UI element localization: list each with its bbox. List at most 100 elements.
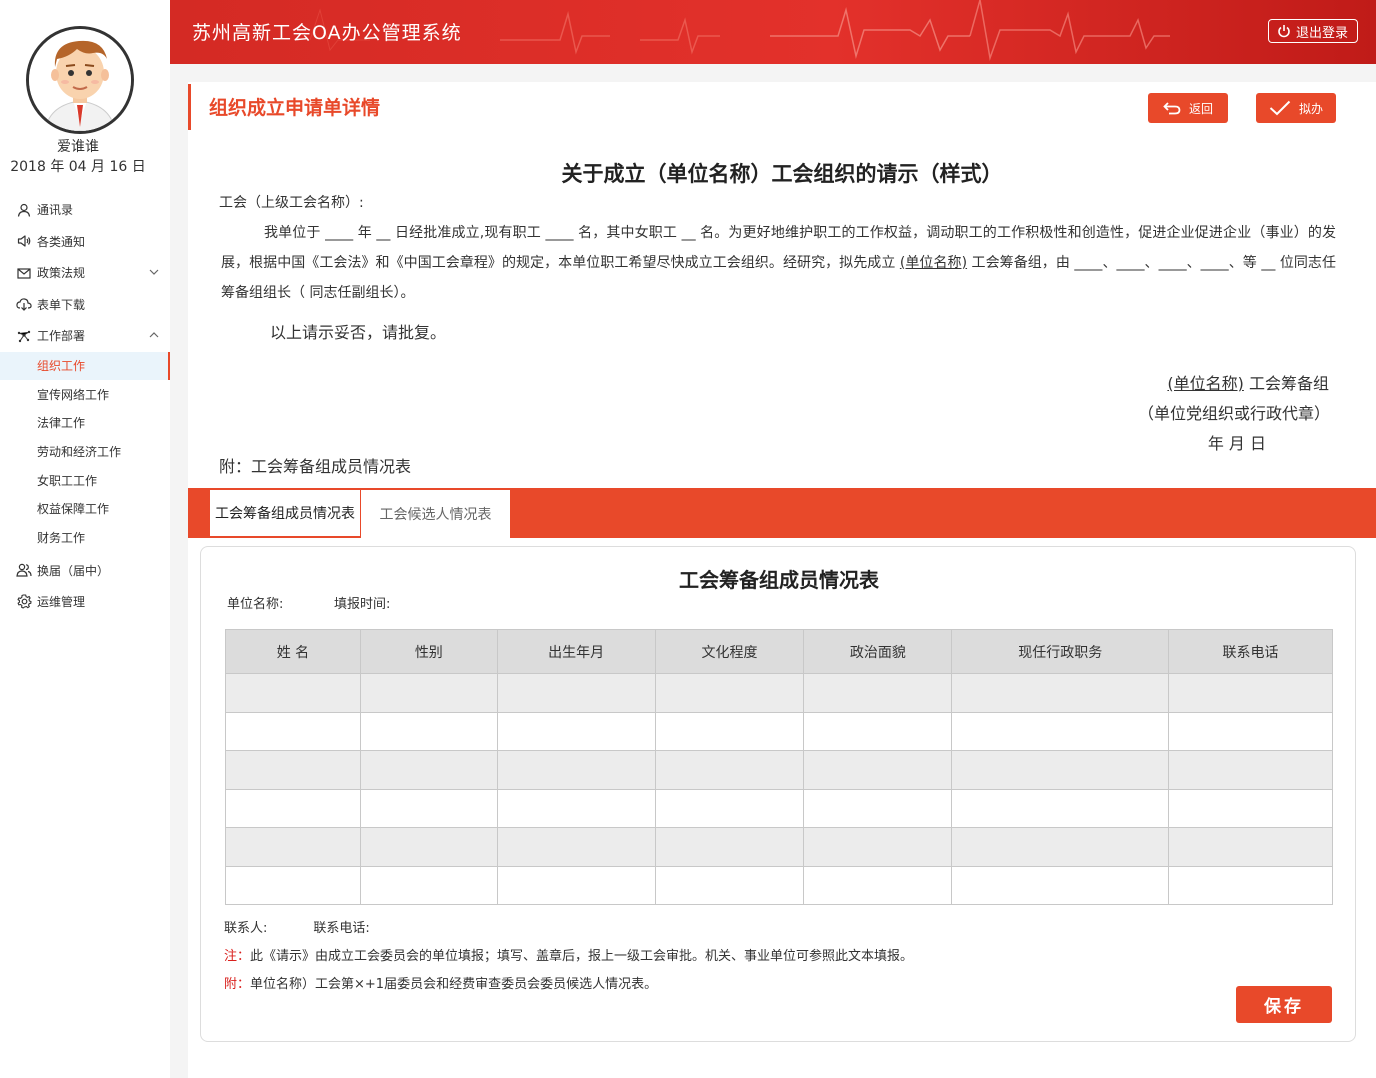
user-icon <box>16 202 32 218</box>
sidebar-subitem-labor-economy[interactable]: 劳动和经济工作 <box>0 437 170 466</box>
table-cell[interactable] <box>225 673 361 713</box>
table-cell[interactable] <box>803 788 953 828</box>
table-cell[interactable] <box>496 711 656 751</box>
table-cell[interactable] <box>359 711 498 751</box>
table-cell[interactable] <box>654 750 805 790</box>
table-cell[interactable] <box>951 827 1170 867</box>
sidebar-subitem-legal[interactable]: 法律工作 <box>0 409 170 438</box>
sidebar-item-election[interactable]: 换届（届中） <box>0 555 170 587</box>
sidebar-item-operations[interactable]: 运维管理 <box>0 586 170 618</box>
unit-name-label: 单位名称: <box>227 597 284 612</box>
attachment-text: 单位名称）工会第×+1届委员会和经费审查委员会委员候选人情况表。 <box>250 977 658 992</box>
table-cell[interactable] <box>225 750 361 790</box>
table-cell[interactable] <box>496 865 656 905</box>
table-cell[interactable] <box>359 788 498 828</box>
contact-person-label: 联系人: <box>224 921 268 936</box>
attachment-tag: 附： <box>224 977 251 992</box>
table-cell[interactable] <box>951 750 1170 790</box>
sidebar-item-label: 运维管理 <box>37 595 86 610</box>
table-cell[interactable] <box>225 865 361 905</box>
table-cell[interactable] <box>359 827 498 867</box>
table-cell[interactable] <box>496 827 656 867</box>
column-header-political-status: 政治面貌 <box>803 629 953 674</box>
document-title: 关于成立（单位名称）工会组织的请示（样式） <box>561 162 1003 186</box>
document-body: 我单位于 ____ 年 __ 日经批准成立,现有职工 ____ 名，其中女职工 … <box>221 218 1336 308</box>
table-cell[interactable] <box>1168 788 1333 828</box>
table-cell[interactable] <box>803 827 953 867</box>
tab-prep-members[interactable]: 工会筹备组成员情况表 <box>210 490 360 538</box>
signature-seal: （单位党组织或行政代章） <box>1137 404 1330 423</box>
form-note: 注：此《请示》由成立工会委员会的单位填报；填写、盖章后，报上一级工会审批。机关、… <box>224 945 913 964</box>
form-card: 工会筹备组成员情况表 单位名称: 填报时间: 姓 名 性别 出生年月 文化程度 … <box>200 546 1356 1042</box>
table-cell[interactable] <box>225 711 361 751</box>
logout-label: 退出登录 <box>1295 25 1348 41</box>
table-cell[interactable] <box>951 711 1170 751</box>
table-row <box>225 750 1333 790</box>
table-cell[interactable] <box>654 827 805 867</box>
document-attachment: 附：工会筹备组成员情况表 <box>219 457 412 476</box>
table-cell[interactable] <box>951 865 1170 905</box>
table-cell[interactable] <box>803 865 953 905</box>
members-table: 姓 名 性别 出生年月 文化程度 政治面貌 现任行政职务 联系电话 <box>225 629 1333 905</box>
table-cell[interactable] <box>1168 865 1333 905</box>
table-cell[interactable] <box>359 865 498 905</box>
signature-unit-name: (单位名称) <box>1167 374 1244 393</box>
title-accent-bar <box>188 84 191 130</box>
table-cell[interactable] <box>1168 750 1333 790</box>
tab-candidates[interactable]: 工会候选人情况表 <box>361 490 510 538</box>
sidebar-subitem-publicity[interactable]: 宣传网络工作 <box>0 380 170 409</box>
chevron-up-icon[interactable] <box>148 329 160 341</box>
sidebar-item-policies[interactable]: 政策法规 <box>0 257 170 289</box>
table-row <box>225 865 1333 905</box>
back-button[interactable]: 返回 <box>1148 93 1228 123</box>
table-cell[interactable] <box>496 788 656 828</box>
table-cell[interactable] <box>654 865 805 905</box>
table-cell[interactable] <box>225 788 361 828</box>
table-cell[interactable] <box>803 711 953 751</box>
save-button[interactable]: 保存 <box>1236 986 1332 1023</box>
sidebar-item-label: 换届（届中） <box>37 563 110 578</box>
document-salutation: 工会（上级工会名称）: <box>219 195 364 211</box>
table-cell[interactable] <box>1168 827 1333 867</box>
tab-bar: 工会筹备组成员情况表 工会候选人情况表 <box>188 488 1376 538</box>
speaker-icon <box>16 233 32 249</box>
column-header-phone: 联系电话 <box>1168 629 1333 674</box>
table-cell[interactable] <box>359 750 498 790</box>
contact-line: 联系人: 联系电话: <box>224 917 370 936</box>
draft-button[interactable]: 拟办 <box>1256 93 1336 123</box>
column-header-name: 姓 名 <box>225 629 361 674</box>
table-cell[interactable] <box>803 750 953 790</box>
sidebar-subitem-finance[interactable]: 财务工作 <box>0 523 170 552</box>
table-cell[interactable] <box>359 673 498 713</box>
sidebar-item-label: 政策法规 <box>37 266 86 281</box>
table-cell[interactable] <box>951 673 1170 713</box>
table-cell[interactable] <box>496 750 656 790</box>
table-cell[interactable] <box>1168 711 1333 751</box>
table-cell[interactable] <box>654 673 805 713</box>
main-panel: 组织成立申请单详情 返回 拟办 关于成立（单位名称）工会组织的请示（样式） 工会… <box>188 82 1376 1078</box>
avatar-image <box>29 29 131 131</box>
table-cell[interactable] <box>1168 673 1333 713</box>
sidebar-item-work-deploy[interactable]: 工作部署 <box>0 320 170 352</box>
user-date: 2018 年 04 月 16 日 <box>10 159 146 175</box>
table-cell[interactable] <box>951 788 1170 828</box>
sidebar-subitem-women-workers[interactable]: 女职工工作 <box>0 466 170 495</box>
form-title: 工会筹备组成员情况表 <box>679 568 879 592</box>
sidebar-item-contacts[interactable]: 通讯录 <box>0 194 170 226</box>
sidebar-item-notices[interactable]: 各类通知 <box>0 226 170 258</box>
sidebar-subitem-rights[interactable]: 权益保障工作 <box>0 494 170 523</box>
avatar[interactable] <box>26 26 134 134</box>
note-text: 此《请示》由成立工会委员会的单位填报；填写、盖章后，报上一级工会审批。机关、事业… <box>250 949 914 964</box>
chevron-down-icon[interactable] <box>148 266 160 278</box>
table-cell[interactable] <box>225 827 361 867</box>
users-icon <box>16 562 32 578</box>
table-cell[interactable] <box>803 673 953 713</box>
app-title: 苏州高新工会OA办公管理系统 <box>192 22 462 44</box>
sidebar-item-downloads[interactable]: 表单下载 <box>0 289 170 321</box>
table-cell[interactable] <box>654 788 805 828</box>
table-cell[interactable] <box>496 673 656 713</box>
table-cell[interactable] <box>654 711 805 751</box>
sidebar-item-label: 通讯录 <box>37 203 74 218</box>
sidebar-subitem-organization[interactable]: 组织工作 <box>0 351 170 381</box>
logout-button[interactable]: 退出登录 <box>1267 19 1358 43</box>
